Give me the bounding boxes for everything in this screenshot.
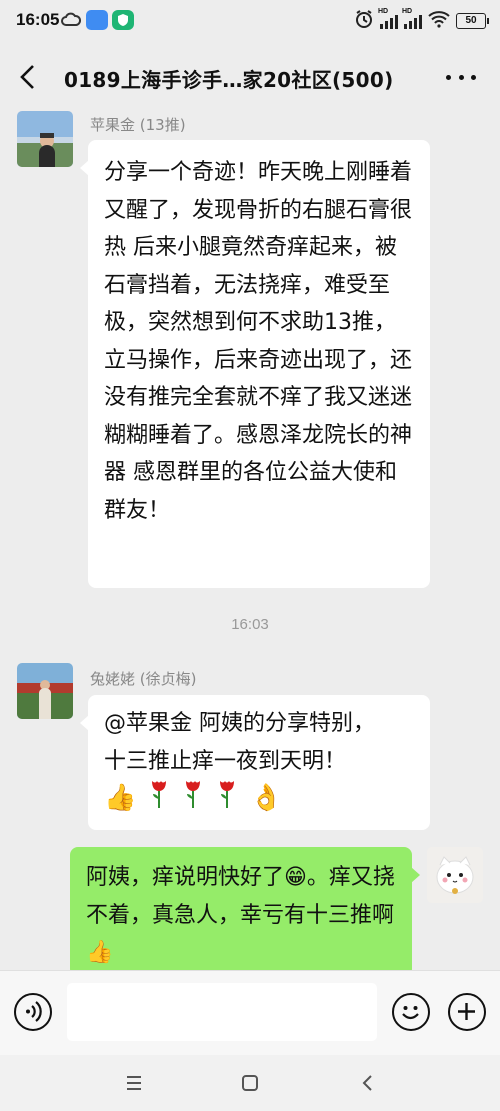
status-bar: 16:05 HD HD 50 [0,0,500,40]
self-avatar[interactable] [427,847,483,903]
message-bubble-self[interactable]: 阿姨，痒说明快好了😁。痒又挠不着，真急人，幸亏有十三推啊👍 [70,847,420,977]
input-bar [0,970,500,1056]
status-time: 16:05 [16,10,60,29]
alarm-icon [354,9,374,33]
emoji-button[interactable] [392,993,430,1031]
back-nav-icon[interactable] [353,1069,383,1097]
message-text: 阿姨，痒说明快好了😁。痒又挠不着，真急人，幸亏有十三推啊👍 [86,865,395,965]
thumbs-up-emoji: 👍 [104,783,137,814]
message-line: 十三推止痒一夜到天明！ [104,748,347,774]
rose-emoji [216,777,238,822]
message-bubble[interactable]: 分享一个奇迹！昨天晚上刚睡着又醒了，发现骨折的右腿石膏很热 后来小腿竟然奇痒起来… [80,140,430,588]
system-navigation-bar [0,1055,500,1111]
cloud-app-icon [60,10,82,30]
plus-button[interactable] [448,993,486,1031]
sender-name: 苹果金 (13推) [90,116,186,134]
chat-title: 0189上海手诊手…家20社区(500) [64,68,394,92]
message-app-icon [86,10,108,30]
chat-header: 0189上海手诊手…家20社区(500) [0,40,500,115]
sender-name: 兔姥姥 (徐贞梅) [90,670,197,688]
signal-icon-2: HD [402,8,422,29]
wifi-icon [428,10,450,32]
more-options-button[interactable] [446,75,476,85]
avatar[interactable] [17,663,73,719]
message-line: @苹果金 阿姨的分享特别， [104,711,375,736]
home-icon[interactable] [235,1069,265,1097]
message-bubble[interactable]: @苹果金 阿姨的分享特别， 十三推止痒一夜到天明！ 👍 👌 [80,695,430,830]
timestamp: 16:03 [231,616,269,633]
message-text: 分享一个奇迹！昨天晚上刚睡着又醒了，发现骨折的右腿石膏很热 后来小腿竟然奇痒起来… [104,160,413,523]
avatar[interactable] [17,111,73,167]
back-button[interactable] [14,62,44,92]
battery-icon: 50 [456,13,489,29]
signal-icon-1: HD [378,8,398,29]
message-input[interactable] [67,983,377,1041]
rose-emoji [148,777,170,822]
ok-hand-emoji: 👌 [250,783,283,814]
menu-icon[interactable] [119,1069,149,1097]
shield-app-icon [112,10,134,30]
rose-emoji [182,777,204,822]
emoji-row: 👍 👌 [104,780,414,818]
voice-input-button[interactable] [14,993,52,1031]
